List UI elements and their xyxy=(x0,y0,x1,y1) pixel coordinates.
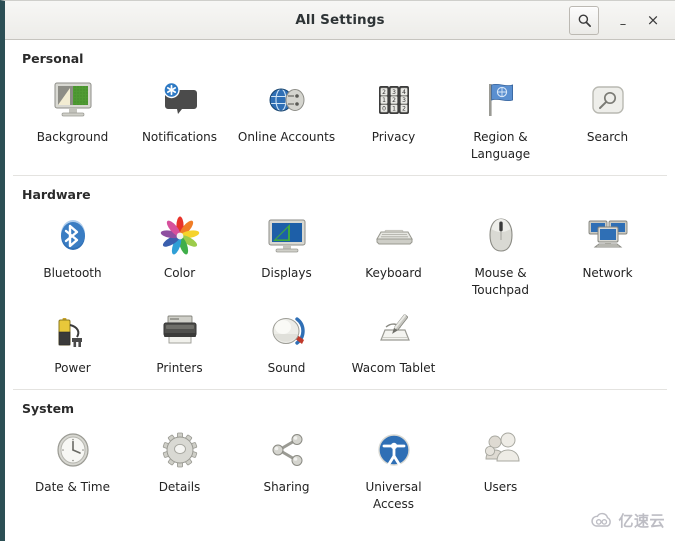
tile-label: Region & Language xyxy=(470,130,531,161)
tile-label: Users xyxy=(483,480,518,494)
wacom-stylus-icon xyxy=(370,307,418,355)
tile-label: Online Accounts xyxy=(237,130,336,144)
minimize-icon: – xyxy=(619,16,627,32)
region-flag-icon xyxy=(477,76,525,124)
tile-background[interactable]: Background xyxy=(19,70,126,165)
tile-label: Keyboard xyxy=(365,266,422,280)
tile-label: Wacom Tablet xyxy=(351,361,436,375)
printer-icon xyxy=(156,307,204,355)
section-title-personal: Personal xyxy=(22,51,84,66)
tile-notifications[interactable]: Notifications xyxy=(126,70,233,165)
tile-label: Privacy xyxy=(371,130,416,144)
settings-window: All Settings – × Personal Background Not… xyxy=(0,0,675,541)
tile-wacom-tablet[interactable]: Wacom Tablet xyxy=(340,301,447,379)
section-hardware: Hardware Bluetooth Color Displays Keyboa… xyxy=(5,176,675,379)
universal-access-icon xyxy=(370,426,418,474)
tile-label: Sharing xyxy=(263,480,310,494)
color-wheel-icon xyxy=(156,212,204,260)
svg-text:3: 3 xyxy=(392,89,396,96)
tile-date-time[interactable]: Date & Time xyxy=(19,420,126,515)
grid-system: Date & Time Details Sharing Universal Ac… xyxy=(19,420,661,515)
network-computers-icon xyxy=(584,212,632,260)
tile-universal-access[interactable]: Universal Access xyxy=(340,420,447,515)
title-bar: All Settings – × xyxy=(5,1,675,40)
section-system: System Date & Time Details Sharing Unive… xyxy=(5,390,675,515)
svg-text:1: 1 xyxy=(392,105,396,112)
background-monitor-icon xyxy=(49,76,97,124)
mouse-icon xyxy=(477,212,525,260)
search-button[interactable] xyxy=(569,5,599,35)
tile-keyboard[interactable]: Keyboard xyxy=(340,206,447,301)
users-group-icon xyxy=(477,426,525,474)
tile-label: Printers xyxy=(156,361,203,375)
tile-sound[interactable]: Sound xyxy=(233,301,340,379)
svg-text:0: 0 xyxy=(382,105,386,112)
tile-label: Search xyxy=(586,130,629,144)
svg-text:2: 2 xyxy=(402,105,406,112)
tile-displays[interactable]: Displays xyxy=(233,206,340,301)
tile-privacy[interactable]: 210 321 432 Privacy xyxy=(340,70,447,165)
tile-label: Sound xyxy=(267,361,306,375)
minimize-button[interactable]: – xyxy=(609,7,637,34)
tile-region-language[interactable]: Region & Language xyxy=(447,70,554,165)
tile-label: Color xyxy=(163,266,196,280)
privacy-lock-dials-icon: 210 321 432 xyxy=(370,76,418,124)
notification-bubble-icon xyxy=(156,76,204,124)
tile-printers[interactable]: Printers xyxy=(126,301,233,379)
tile-online-accounts[interactable]: Online Accounts xyxy=(233,70,340,165)
sound-speaker-icon xyxy=(263,307,311,355)
tile-label: Universal Access xyxy=(365,480,422,511)
share-nodes-icon xyxy=(263,426,311,474)
grid-personal: Background Notifications Online Accounts… xyxy=(19,70,661,165)
search-magnifier-icon xyxy=(584,76,632,124)
tile-details[interactable]: Details xyxy=(126,420,233,515)
svg-text:1: 1 xyxy=(382,97,386,104)
tile-sharing[interactable]: Sharing xyxy=(233,420,340,515)
clock-icon xyxy=(49,426,97,474)
tile-power[interactable]: Power xyxy=(19,301,126,379)
tile-bluetooth[interactable]: Bluetooth xyxy=(19,206,126,301)
online-accounts-globe-icon xyxy=(263,76,311,124)
tile-label: Power xyxy=(54,361,91,375)
tile-label: Bluetooth xyxy=(43,266,102,280)
tile-label: Background xyxy=(36,130,109,144)
tile-label: Date & Time xyxy=(34,480,111,494)
grid-hardware: Bluetooth Color Displays Keyboard Mouse … xyxy=(19,206,661,379)
section-personal: Personal Background Notifications Online… xyxy=(5,40,675,165)
section-title-hardware: Hardware xyxy=(22,187,91,202)
svg-text:2: 2 xyxy=(392,97,396,104)
tile-label: Notifications xyxy=(141,130,218,144)
tile-users[interactable]: Users xyxy=(447,420,554,515)
svg-text:2: 2 xyxy=(382,89,386,96)
gear-icon xyxy=(156,426,204,474)
svg-text:4: 4 xyxy=(402,89,406,96)
settings-content: Personal Background Notifications Online… xyxy=(5,40,675,541)
tile-network[interactable]: Network xyxy=(554,206,661,301)
keyboard-icon xyxy=(370,212,418,260)
svg-text:3: 3 xyxy=(402,97,406,104)
tile-label: Network xyxy=(582,266,633,280)
close-button[interactable]: × xyxy=(639,7,667,34)
close-icon: × xyxy=(646,10,660,29)
tile-label: Details xyxy=(158,480,201,494)
section-title-system: System xyxy=(22,401,75,416)
tile-label: Mouse & Touchpad xyxy=(471,266,530,297)
tile-color[interactable]: Color xyxy=(126,206,233,301)
tile-label: Displays xyxy=(261,266,312,280)
window-controls: – × xyxy=(569,5,667,35)
bluetooth-icon xyxy=(49,212,97,260)
power-battery-icon xyxy=(49,307,97,355)
tile-mouse-touchpad[interactable]: Mouse & Touchpad xyxy=(447,206,554,301)
search-icon xyxy=(578,13,591,27)
displays-monitor-icon xyxy=(263,212,311,260)
tile-search[interactable]: Search xyxy=(554,70,661,165)
